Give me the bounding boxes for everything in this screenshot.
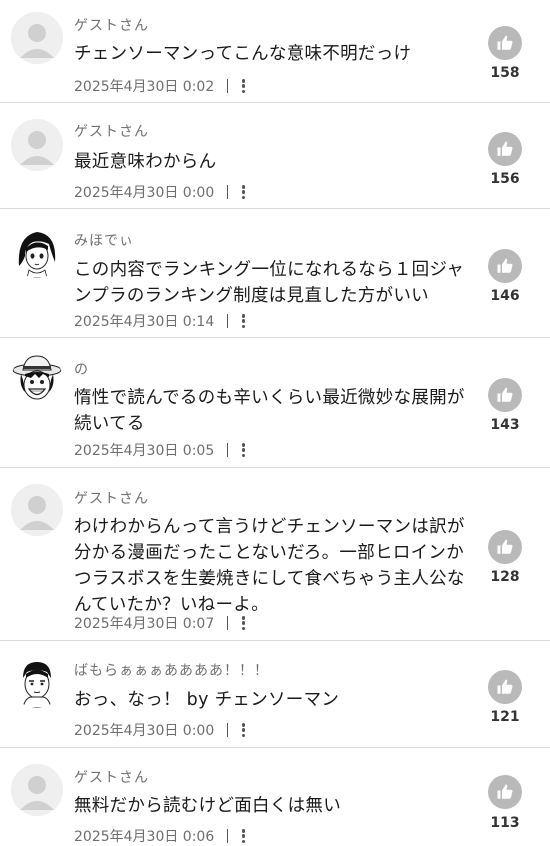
comment-item: みほでぃ この内容でランキング一位になれるなら１回ジャンプラのランキング制度は見…	[0, 209, 550, 338]
comment-meta: 2025年4月30日 0:14	[74, 311, 246, 331]
comment-text: わけわからんって言うけどチェンソーマンは訳が分かる漫画だったことないだろ。一部ヒ…	[74, 517, 465, 615]
like-button[interactable]	[488, 26, 522, 60]
more-options-icon[interactable]	[240, 723, 246, 737]
like-count: 146	[490, 288, 520, 304]
straw-hat-avatar-icon[interactable]	[11, 354, 63, 406]
comment-text: 最近意味わからん	[74, 152, 217, 172]
thumbs-up-icon	[497, 784, 513, 799]
comment-item: ゲストさん わけわからんって言うけどチェンソーマンは訳が分かる漫画だったことない…	[0, 468, 550, 641]
comment-text: おっ、なっ！ by チェンソーマン	[74, 690, 340, 710]
comment-item: ばもらぁぁぁああああ！！！ おっ、なっ！ by チェンソーマン 2025年4月3…	[0, 641, 550, 748]
comment-meta: 2025年4月30日 0:00	[74, 720, 246, 740]
comment-meta: 2025年4月30日 0:06	[74, 826, 246, 846]
comment-author[interactable]: ゲストさん	[74, 15, 149, 35]
guest-avatar-icon[interactable]	[11, 764, 63, 816]
like-button[interactable]	[488, 378, 522, 412]
divider	[227, 314, 229, 328]
divider	[227, 616, 229, 630]
comment-author[interactable]: ゲストさん	[74, 121, 149, 141]
like-button[interactable]	[488, 530, 522, 564]
divider	[227, 79, 229, 93]
comment-author[interactable]: みほでぃ	[74, 230, 134, 250]
thumbs-up-icon	[497, 141, 513, 156]
boy-manga-avatar-icon[interactable]	[11, 656, 63, 708]
guest-avatar-icon[interactable]	[11, 484, 63, 536]
comment-author[interactable]: ゲストさん	[74, 488, 149, 508]
comment-timestamp: 2025年4月30日 0:00	[74, 185, 215, 201]
comment-timestamp: 2025年4月30日 0:05	[74, 443, 215, 459]
comment-item: ゲストさん 最近意味わからん 2025年4月30日 0:00 156	[0, 103, 550, 209]
like-count: 158	[490, 65, 520, 81]
comment-meta: 2025年4月30日 0:07	[74, 613, 246, 633]
more-options-icon[interactable]	[240, 79, 246, 93]
comment-item: ゲストさん チェンソーマンってこんな意味不明だっけ 2025年4月30日 0:0…	[0, 0, 550, 103]
comment-meta: 2025年4月30日 0:02	[74, 76, 246, 96]
comment-meta: 2025年4月30日 0:05	[74, 440, 246, 460]
comment-text: 惰性で読んでるのも辛いくらい最近微妙な展開が続いてる	[74, 388, 465, 434]
comment-timestamp: 2025年4月30日 0:00	[74, 723, 215, 739]
divider	[227, 443, 229, 457]
like-button[interactable]	[488, 132, 522, 166]
like-count: 156	[490, 171, 520, 187]
like-count: 128	[490, 569, 520, 585]
thumbs-up-icon	[497, 35, 513, 50]
comment-text: 無料だから読むけど面白くは無い	[74, 796, 341, 816]
more-options-icon[interactable]	[240, 616, 246, 630]
comment-timestamp: 2025年4月30日 0:02	[74, 79, 215, 95]
thumbs-up-icon	[497, 387, 513, 402]
comment-item: ゲストさん 無料だから読むけど面白くは無い 2025年4月30日 0:06 11…	[0, 748, 550, 846]
thumbs-up-icon	[497, 679, 513, 694]
comment-meta: 2025年4月30日 0:00	[74, 182, 246, 202]
like-count: 121	[490, 709, 520, 725]
divider	[227, 185, 229, 199]
more-options-icon[interactable]	[240, 314, 246, 328]
like-count: 113	[490, 815, 520, 831]
thumbs-up-icon	[497, 258, 513, 273]
like-button[interactable]	[488, 775, 522, 809]
comment-timestamp: 2025年4月30日 0:14	[74, 314, 215, 330]
comment-author[interactable]: の	[74, 359, 89, 379]
comment-text: チェンソーマンってこんな意味不明だっけ	[74, 44, 412, 64]
more-options-icon[interactable]	[240, 443, 246, 457]
comment-author[interactable]: ゲストさん	[74, 767, 149, 787]
girl-manga-avatar-icon[interactable]	[11, 226, 63, 278]
like-button[interactable]	[488, 670, 522, 704]
more-options-icon[interactable]	[240, 829, 246, 843]
guest-avatar-icon[interactable]	[11, 12, 63, 64]
comment-text: この内容でランキング一位になれるなら１回ジャンプラのランキング制度は見直した方が…	[74, 260, 465, 306]
comment-timestamp: 2025年4月30日 0:07	[74, 616, 215, 632]
more-options-icon[interactable]	[240, 185, 246, 199]
guest-avatar-icon[interactable]	[11, 119, 63, 171]
thumbs-up-icon	[497, 539, 513, 554]
divider	[227, 723, 229, 737]
comment-item: の 惰性で読んでるのも辛いくらい最近微妙な展開が続いてる 2025年4月30日 …	[0, 338, 550, 468]
divider	[227, 829, 229, 843]
like-button[interactable]	[488, 249, 522, 283]
comment-author[interactable]: ばもらぁぁぁああああ！！！	[74, 660, 269, 680]
comment-timestamp: 2025年4月30日 0:06	[74, 829, 215, 845]
like-count: 143	[490, 417, 520, 433]
